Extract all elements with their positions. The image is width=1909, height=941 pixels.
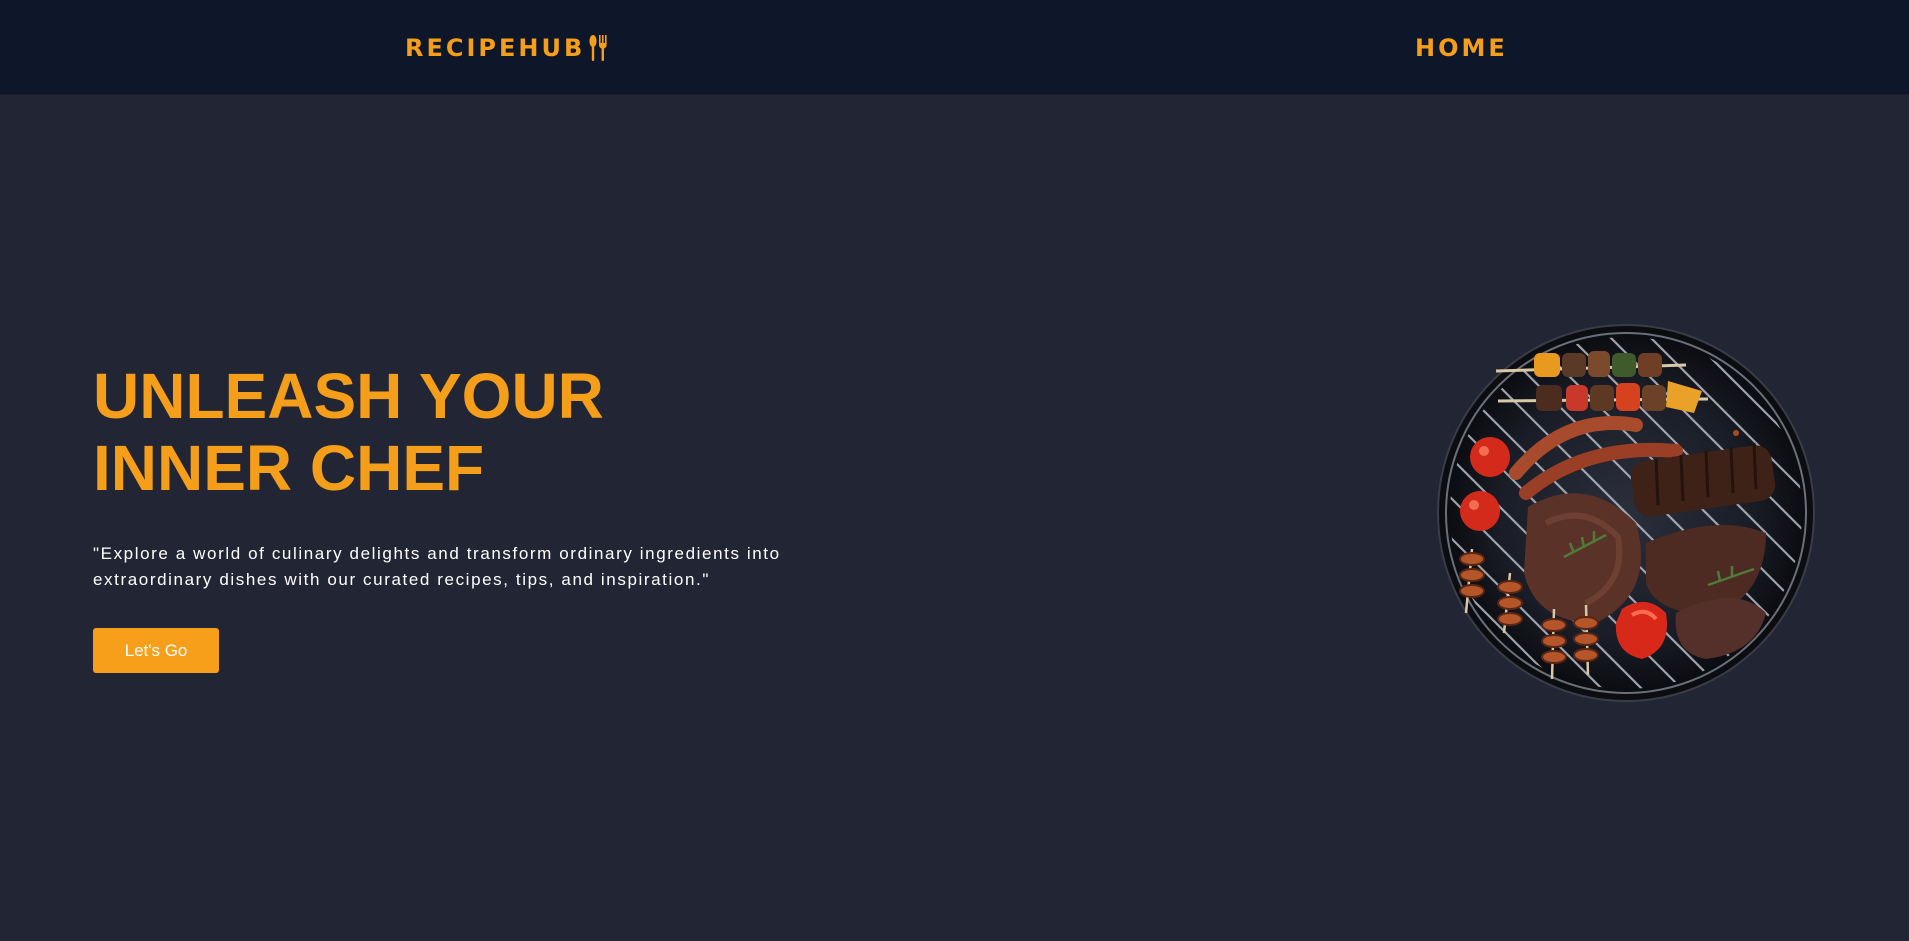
hero-title-line2: INNER CHEF [93,432,485,504]
hero-title: UNLEASH YOUR INNER CHEF [93,360,793,504]
hero-title-line1: UNLEASH YOUR [93,360,604,432]
bbq-grill-image [1436,323,1816,703]
fork-spoon-icon [587,34,609,62]
brand-name: RECIPEHUB [405,34,586,62]
nav-home-link[interactable]: HOME [1415,34,1508,62]
lets-go-button[interactable]: Let's Go [93,628,219,673]
hero-subtitle: "Explore a world of culinary delights an… [93,541,873,593]
navbar: RECIPEHUB HOME [0,0,1909,95]
hero-subtitle-line1: "Explore a world of culinary delights an… [93,544,781,563]
brand-logo[interactable]: RECIPEHUB [405,34,609,62]
hero-subtitle-line2: extraordinary dishes with our curated re… [93,570,710,589]
